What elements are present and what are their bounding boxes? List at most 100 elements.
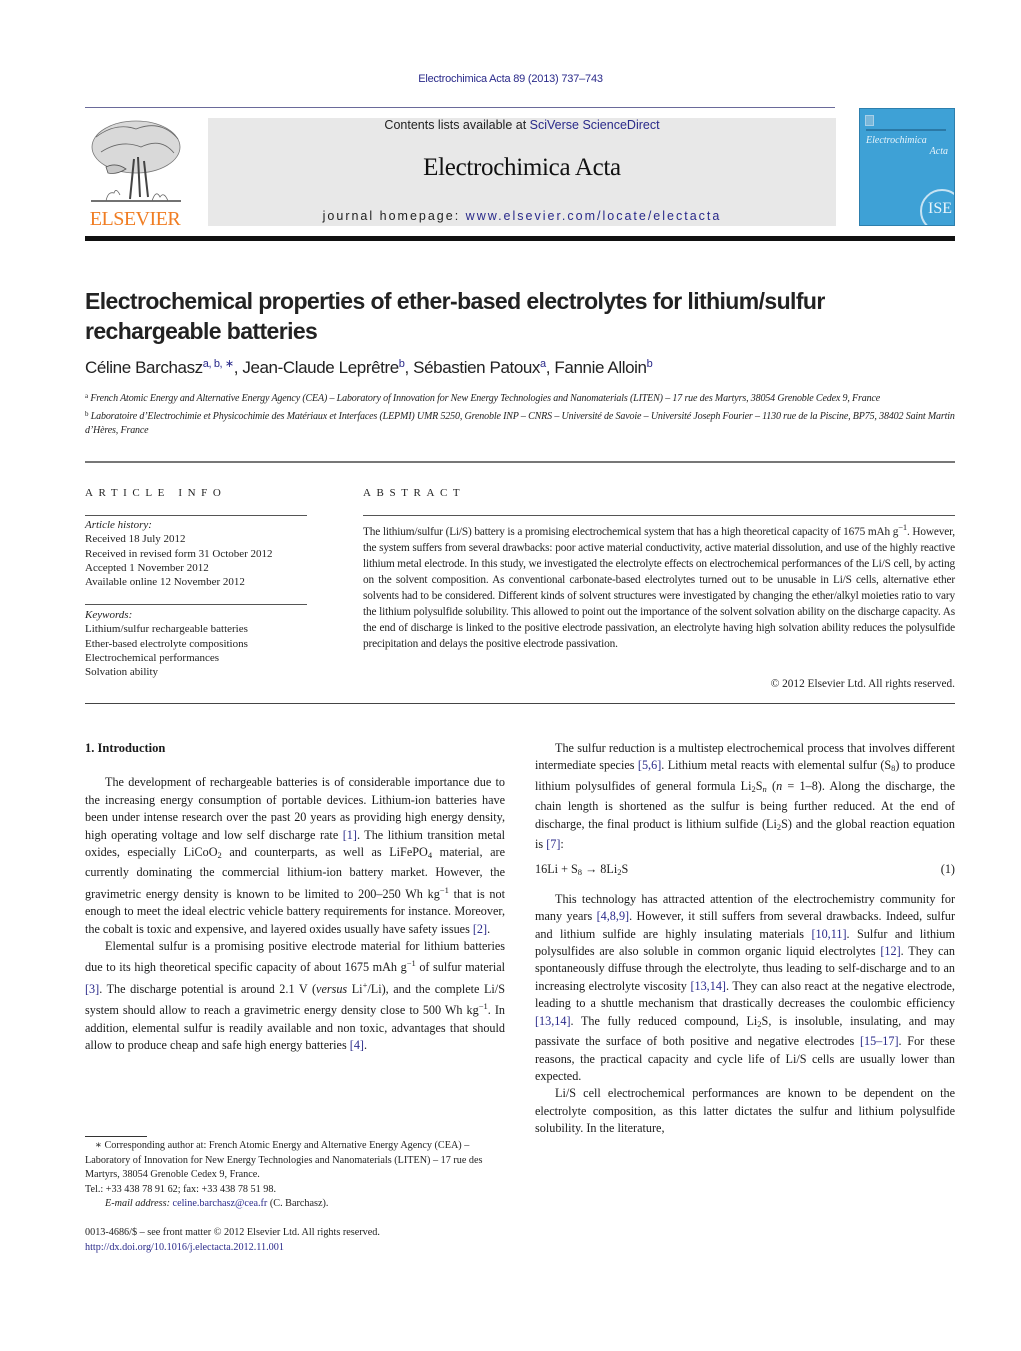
text: .	[487, 921, 491, 936]
citation-link[interactable]: [4]	[350, 1038, 364, 1052]
elsevier-wordmark: ELSEVIER	[89, 208, 181, 230]
keywords-label: Keywords:	[85, 609, 133, 621]
journal-citation-link[interactable]: Electrochimica Acta 89 (2013) 737–743	[0, 73, 1021, 85]
section-divider	[85, 461, 955, 463]
contents-prefix: Contents lists available at	[384, 118, 530, 132]
corresponding-author-footnote: ∗ Corresponding author at: French Atomic…	[85, 1139, 505, 1212]
citation-link[interactable]: [12]	[880, 944, 900, 958]
body-column-right: The sulfur reduction is a multistep elec…	[535, 740, 955, 1138]
superscript: −1	[406, 958, 416, 969]
citation-link[interactable]: [15–17]	[860, 1034, 899, 1048]
cover-emblem-icon	[865, 115, 874, 126]
citation-link[interactable]: [5,6]	[638, 758, 661, 772]
history-item: Received 18 July 2012	[85, 533, 186, 546]
author-affiliation-marks[interactable]: b	[399, 358, 405, 370]
divider	[85, 515, 307, 516]
body-column-left: 1. Introduction The development of recha…	[85, 740, 505, 1055]
text: and counterparts, as well as LiFePO	[221, 845, 428, 860]
affiliation-mark: b	[85, 409, 89, 418]
paragraph: This technology has attracted attention …	[535, 891, 955, 1085]
email-link[interactable]: celine.barchasz@cea.fr	[173, 1198, 268, 1209]
affiliations: a French Atomic Energy and Alternative E…	[85, 389, 955, 439]
paragraph: Li/S cell electrochemical performances a…	[535, 1086, 955, 1136]
affiliation-text: Laboratoire d’Electrochimie et Physicoch…	[85, 410, 955, 437]
paragraph: Elemental sulfur is a promising positive…	[85, 938, 505, 1054]
abstract-heading: ABSTRACT	[363, 487, 466, 499]
contents-line: Contents lists available at SciVerse Sci…	[208, 118, 836, 132]
text: . Lithium metal reacts with elemental su…	[661, 758, 892, 773]
text: S	[621, 862, 629, 877]
email-suffix: (C. Barchasz).	[267, 1198, 329, 1209]
keyword-item: Ether-based electrolyte compositions	[85, 637, 248, 650]
author-name[interactable]: Fannie Alloin	[554, 358, 647, 377]
homepage-prefix: journal homepage:	[322, 209, 466, 223]
keyword-item: Lithium/sulfur rechargeable batteries	[85, 623, 248, 636]
history-item: Available online 12 November 2012	[85, 576, 245, 589]
author-list: Céline Barchasza, b, ∗, Jean-Claude Lepr…	[85, 358, 653, 377]
text: Li	[347, 981, 363, 996]
citation-link[interactable]: [3]	[85, 982, 99, 996]
superscript: −1	[439, 884, 449, 895]
cover-divider	[866, 129, 946, 131]
affiliation-text: French Atomic Energy and Alternative Ene…	[90, 393, 881, 404]
header-divider	[85, 107, 835, 108]
author-affiliation-marks[interactable]: a, b, ∗	[203, 358, 234, 370]
homepage-line: journal homepage: www.elsevier.com/locat…	[208, 209, 836, 223]
journal-banner: Contents lists available at SciVerse Sci…	[208, 118, 836, 226]
equation-body: 16Li + S8 → 8Li2S	[535, 861, 628, 881]
citation-link[interactable]: [10,11]	[811, 927, 846, 941]
author-name[interactable]: Jean-Claude Leprêtre	[242, 358, 399, 377]
footnote-tel: Tel.: +33 438 78 91 62; fax: +33 438 78 …	[85, 1183, 277, 1195]
journal-cover-thumbnail[interactable]: Electrochimica Acta ISE	[859, 108, 955, 226]
issn-line: 0013-4686/$ – see front matter © 2012 El…	[85, 1227, 380, 1238]
citation-link[interactable]: [13,14]	[535, 1014, 571, 1028]
italic-text: versus	[316, 981, 348, 996]
article-info-heading: ARTICLE INFO	[85, 487, 227, 499]
front-matter: 0013-4686/$ – see front matter © 2012 El…	[85, 1226, 505, 1255]
keywords: Keywords: Lithium/sulfur rechargeable ba…	[85, 608, 325, 679]
footnote-divider	[85, 1136, 147, 1137]
superscript: −1	[898, 522, 908, 532]
author-name[interactable]: Céline Barchasz	[85, 358, 203, 377]
email-label: E-mail address:	[105, 1198, 173, 1209]
keyword-item: Solvation ability	[85, 666, 159, 679]
keyword-item: Electrochemical performances	[85, 651, 220, 664]
abstract-text-part: The lithium/sulfur (Li/S) battery is a p…	[363, 526, 899, 538]
text: 8Li	[600, 862, 618, 877]
elsevier-logo[interactable]: ELSEVIER	[84, 117, 186, 230]
equation-number: (1)	[940, 862, 955, 877]
doi-link[interactable]: http://dx.doi.org/10.1016/j.electacta.20…	[85, 1242, 284, 1253]
citation-link[interactable]: [13,14]	[690, 979, 726, 993]
sciencedirect-link[interactable]: SciVerse ScienceDirect	[530, 118, 660, 132]
abstract-text: The lithium/sulfur (Li/S) battery is a p…	[363, 519, 955, 652]
author-affiliation-marks[interactable]: b	[647, 358, 653, 370]
author-name[interactable]: Sébastien Patoux	[413, 358, 540, 377]
superscript: −1	[478, 1001, 488, 1012]
text: of sulfur material	[415, 960, 505, 975]
paragraph: The sulfur reduction is a multistep elec…	[535, 740, 955, 853]
affiliation-item: a French Atomic Energy and Alternative E…	[85, 389, 955, 407]
citation-link[interactable]: [1]	[343, 828, 357, 842]
journal-homepage-link[interactable]: www.elsevier.com/locate/electacta	[466, 209, 722, 223]
equation-1: 16Li + S8 → 8Li2S (1)	[535, 861, 955, 881]
text: (	[766, 778, 777, 793]
citation-link[interactable]: [2]	[473, 922, 487, 936]
abstract-copyright: © 2012 Elsevier Ltd. All rights reserved…	[770, 678, 955, 690]
citation-link[interactable]: [7]	[546, 837, 560, 851]
divider	[85, 604, 307, 605]
footnote-email-line: E-mail address: celine.barchasz@cea.fr (…	[85, 1197, 505, 1212]
citation-link[interactable]: [4,8,9]	[597, 909, 630, 923]
text: . The fully reduced compound, Li	[570, 1013, 758, 1028]
footnote-corresponding: ∗ Corresponding author at: French Atomic…	[85, 1140, 483, 1180]
cover-title-line2: Acta	[929, 146, 948, 157]
section-divider	[85, 703, 955, 704]
history-item: Received in revised form 31 October 2012	[85, 547, 273, 560]
text: . The discharge potential is around 2.1 …	[99, 981, 317, 996]
section-heading-introduction: 1. Introduction	[85, 741, 166, 755]
paragraph: The development of rechargeable batterie…	[85, 774, 505, 938]
author-affiliation-marks[interactable]: a	[540, 358, 546, 370]
history-label: Article history:	[85, 519, 152, 531]
text: 16Li + S	[535, 862, 578, 877]
header-thick-divider	[85, 236, 955, 241]
text: :	[560, 837, 564, 852]
